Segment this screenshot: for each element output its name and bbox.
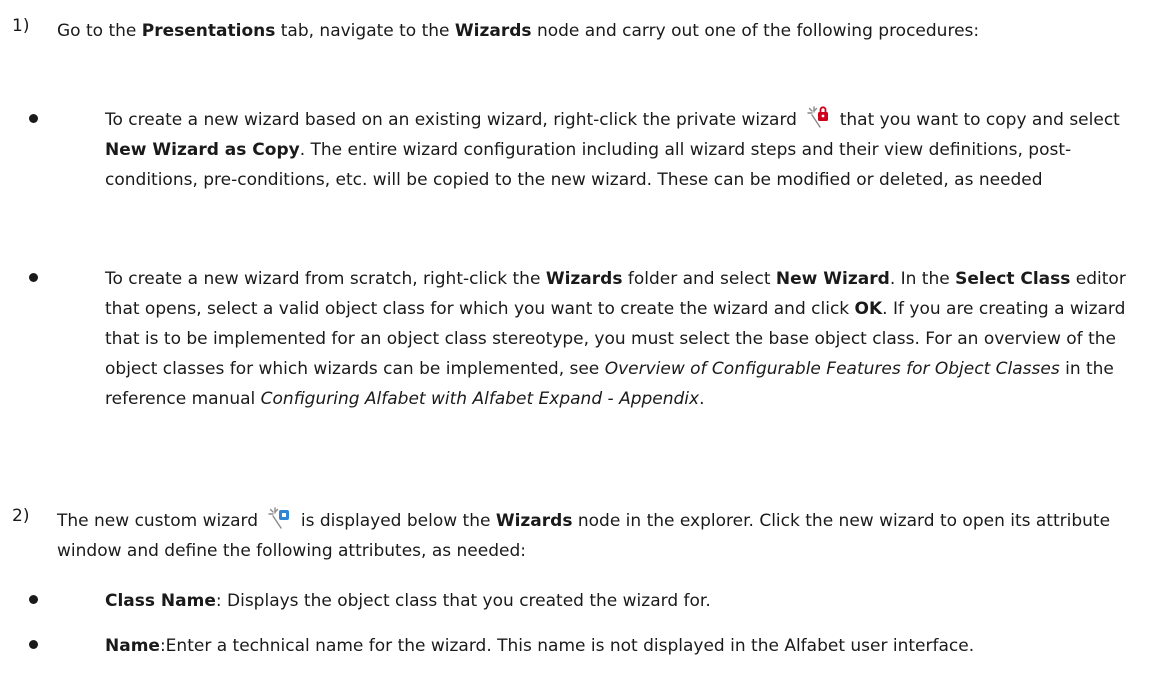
wizards-node-ref: Wizards: [495, 511, 573, 531]
text-run: is displayed below the: [295, 511, 496, 531]
new-wizard-as-copy-ref: New Wizard as Copy: [105, 140, 300, 160]
wizards-node-ref: Wizards: [454, 21, 532, 41]
class-name-attr: Class Name: [105, 591, 216, 611]
text-run: tab, navigate to the: [275, 21, 455, 41]
step-text: The new custom wizard is displayed below…: [57, 506, 1162, 566]
bullet-text: To create a new wizard based on an exist…: [105, 105, 1149, 195]
presentations-tab-ref: Presentations: [141, 21, 276, 41]
step-number: 1): [12, 16, 30, 36]
text-run: .: [699, 389, 705, 409]
bullet-text: To create a new wizard from scratch, rig…: [105, 264, 1149, 414]
text-run: To create a new wizard based on an exist…: [105, 110, 803, 130]
wizard-custom-icon: [267, 506, 291, 530]
ok-ref: OK: [854, 299, 883, 319]
new-wizard-ref: New Wizard: [775, 269, 890, 289]
bullet-class-name: Class Name: Displays the object class th…: [29, 586, 1149, 616]
select-class-ref: Select Class: [955, 269, 1071, 289]
bullet-dot: [29, 273, 38, 282]
wizard-lock-icon: [806, 105, 830, 129]
overview-reference: Overview of Configurable Features for Ob…: [604, 359, 1060, 379]
text-run: The new custom wizard: [57, 511, 264, 531]
bullet-dot: [29, 595, 38, 604]
manual-reference: Configuring Alfabet with Alfabet Expand …: [260, 389, 700, 409]
text-run: :Enter a technical name for the wizard. …: [159, 636, 975, 656]
bullet-dot: [29, 114, 38, 123]
text-run: that you want to copy and select: [834, 110, 1120, 130]
bullet-new-wizard: To create a new wizard from scratch, rig…: [29, 264, 1149, 414]
text-run: . In the: [889, 269, 956, 289]
bullet-text: Class Name: Displays the object class th…: [105, 586, 1149, 616]
text-run: : Displays the object class that you cre…: [215, 591, 711, 611]
text-run: folder and select: [622, 269, 776, 289]
step-text: Go to the Presentations tab, navigate to…: [57, 16, 1162, 46]
bullet-name: Name:Enter a technical name for the wiza…: [29, 631, 1149, 661]
wizards-folder-ref: Wizards: [545, 269, 623, 289]
step-2: 2) The new custom wizard is displayed be…: [12, 506, 1162, 566]
bullet-text: Name:Enter a technical name for the wiza…: [105, 631, 1149, 661]
name-attr: Name: [105, 636, 160, 656]
text-run: To create a new wizard from scratch, rig…: [105, 269, 546, 289]
text-run: Go to the: [57, 21, 142, 41]
text-run: node and carry out one of the following …: [531, 21, 980, 41]
step-number: 2): [12, 506, 30, 526]
bullet-dot: [29, 640, 38, 649]
bullet-copy-wizard: To create a new wizard based on an exist…: [29, 105, 1149, 195]
step-1: 1) Go to the Presentations tab, navigate…: [12, 16, 1162, 46]
document-page: 1) Go to the Presentations tab, navigate…: [0, 0, 1176, 691]
